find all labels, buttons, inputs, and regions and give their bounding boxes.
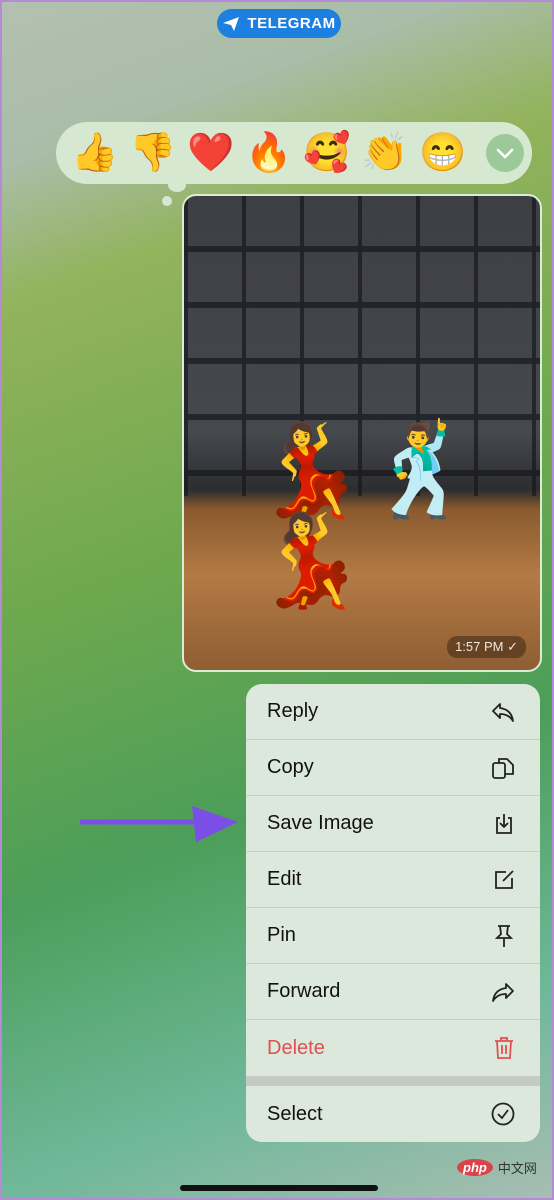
edit-icon [495, 869, 514, 889]
reaction-heart[interactable]: ❤️ [182, 122, 240, 184]
menu-label: Select [267, 1102, 323, 1125]
telegram-icon [223, 16, 240, 31]
menu-label: Edit [267, 868, 302, 890]
menu-label: Forward [267, 980, 341, 1002]
menu-separator [246, 1076, 540, 1086]
telegram-badge: TELEGRAM [217, 9, 341, 38]
copy-icon [492, 757, 514, 779]
forward-icon [492, 982, 514, 1002]
reaction-bar: 👍 👎 ❤️ 🔥 🥰 👏 😁 [56, 122, 532, 184]
reaction-smiling-hearts[interactable]: 🥰 [298, 122, 356, 184]
pin-icon [494, 924, 514, 947]
reply-icon [492, 702, 514, 722]
reaction-bubble-tail [168, 178, 186, 192]
watermark-logo: php [457, 1159, 493, 1176]
chevron-down-icon [496, 148, 514, 159]
save-icon [496, 813, 512, 834]
menu-item-pin[interactable]: Pin [246, 908, 540, 964]
annotation-arrow-icon [80, 806, 238, 842]
menu-item-edit[interactable]: Edit [246, 852, 540, 908]
reaction-clapping[interactable]: 👏 [356, 122, 414, 184]
dancers-sticker: 💃🕺💃 [254, 421, 479, 611]
menu-label: Copy [267, 756, 314, 778]
menu-label: Delete [267, 1036, 325, 1059]
check-circle-icon [491, 1102, 515, 1126]
menu-item-reply[interactable]: Reply [246, 684, 540, 740]
menu-item-copy[interactable]: Copy [246, 740, 540, 796]
context-menu: Reply Copy Save Image Edit Pin Forward D… [246, 684, 540, 1142]
message-timestamp: 1:57 PM ✓ [447, 636, 526, 658]
badge-label: TELEGRAM [247, 15, 336, 32]
message-image[interactable]: 💃🕺💃 1:57 PM ✓ [182, 194, 542, 672]
trash-icon [495, 1037, 513, 1059]
menu-label: Save Image [267, 812, 374, 834]
reaction-grinning[interactable]: 😁 [414, 122, 472, 184]
menu-item-forward[interactable]: Forward [246, 964, 540, 1020]
expand-reactions-button[interactable] [486, 134, 524, 172]
menu-item-select[interactable]: Select [246, 1086, 540, 1142]
menu-label: Reply [267, 700, 319, 722]
reaction-fire[interactable]: 🔥 [240, 122, 298, 184]
menu-item-save-image[interactable]: Save Image [246, 796, 540, 852]
home-indicator [180, 1185, 378, 1191]
menu-label: Pin [267, 924, 296, 946]
menu-item-delete[interactable]: Delete [246, 1020, 540, 1076]
watermark-text: 中文网 [497, 1161, 537, 1176]
reaction-thumbs-up[interactable]: 👍 [66, 122, 124, 184]
watermark: php 中文网 [457, 1158, 537, 1177]
reaction-thumbs-down[interactable]: 👎 [124, 122, 182, 184]
reaction-bubble-tail-dot [162, 196, 172, 206]
